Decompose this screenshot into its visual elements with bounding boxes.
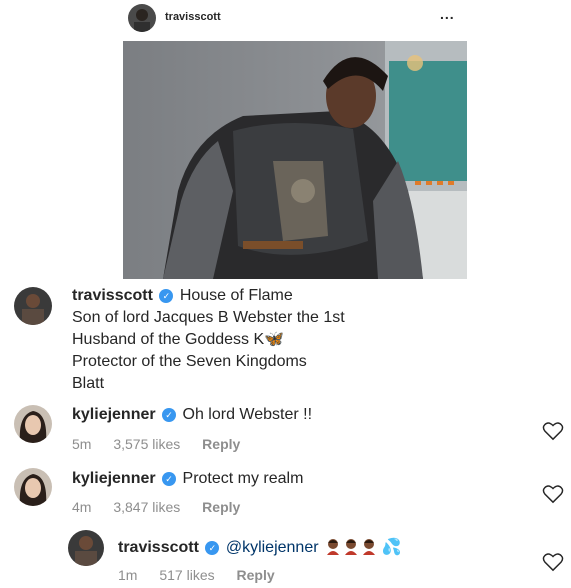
reply-time: 1m xyxy=(118,567,138,583)
person-emoji-icon xyxy=(327,539,340,555)
comment-1-body: Oh lord Webster !! xyxy=(182,406,313,423)
post-header: travisscott ... xyxy=(0,0,571,36)
comment-2-avatar[interactable] xyxy=(14,468,52,506)
heart-icon[interactable] xyxy=(542,484,564,504)
comment-1-username[interactable]: kyliejenner xyxy=(72,406,156,423)
comment-1-likes[interactable]: 3,575 likes xyxy=(113,436,180,452)
reply-likes[interactable]: 517 likes xyxy=(159,567,214,583)
post-photo xyxy=(123,41,467,279)
comment-1-avatar[interactable] xyxy=(14,405,52,443)
verified-badge-icon: ✓ xyxy=(162,472,177,486)
comment-2-likes[interactable]: 3,847 likes xyxy=(113,499,180,515)
comment-2-time: 4m xyxy=(72,499,92,515)
heart-icon[interactable] xyxy=(542,421,564,441)
comment-1-time: 5m xyxy=(72,436,92,452)
comment-1-meta: 5m 3,575 likes Reply xyxy=(72,436,258,452)
comment-1-text: kyliejenner ✓ Oh lord Webster !! xyxy=(72,405,312,425)
comment-2-meta: 4m 3,847 likes Reply xyxy=(72,499,258,515)
person-emoji-icon xyxy=(345,539,358,555)
reply-meta: 1m 517 likes Reply xyxy=(118,567,293,583)
heart-icon[interactable] xyxy=(542,552,564,572)
post-caption: travisscott ✓ House of Flame Son of lord… xyxy=(72,285,512,395)
reply-mention-link[interactable]: @kyliejenner xyxy=(226,539,319,556)
comment-2-text: kyliejenner ✓ Protect my realm xyxy=(72,469,303,489)
reply-reply-button[interactable]: Reply xyxy=(237,567,275,583)
caption-line-5: Blatt xyxy=(72,375,105,392)
person-emoji-icon xyxy=(363,539,376,555)
caption-line-4: Protector of the Seven Kingdoms xyxy=(72,353,307,370)
splash-emoji: 💦 xyxy=(381,539,402,556)
verified-badge-icon: ✓ xyxy=(162,408,177,422)
reply-author-avatar[interactable] xyxy=(68,530,104,566)
caption-line-2: Son of lord Jacques B Webster the 1st xyxy=(72,309,345,326)
comment-1-reply-button[interactable]: Reply xyxy=(202,436,240,452)
post-author-avatar[interactable] xyxy=(128,4,156,32)
caption-author-avatar[interactable] xyxy=(14,287,52,325)
comment-2-reply-button[interactable]: Reply xyxy=(202,499,240,515)
verified-badge-icon: ✓ xyxy=(159,289,174,303)
reply-username[interactable]: travisscott xyxy=(118,539,199,556)
comment-2-username[interactable]: kyliejenner xyxy=(72,470,156,487)
caption-username[interactable]: travisscott xyxy=(72,287,153,304)
more-options-icon[interactable]: ... xyxy=(440,6,455,22)
verified-badge-icon: ✓ xyxy=(205,541,220,555)
caption-line-1: House of Flame xyxy=(179,287,293,304)
post-author-username[interactable]: travisscott xyxy=(165,11,221,23)
butterfly-emoji: 🦋 xyxy=(264,331,285,348)
reply-text: travisscott ✓ @kyliejenner 💦 xyxy=(118,537,401,558)
comment-2-body: Protect my realm xyxy=(182,470,304,487)
caption-line-3: Husband of the Goddess K xyxy=(72,331,265,348)
